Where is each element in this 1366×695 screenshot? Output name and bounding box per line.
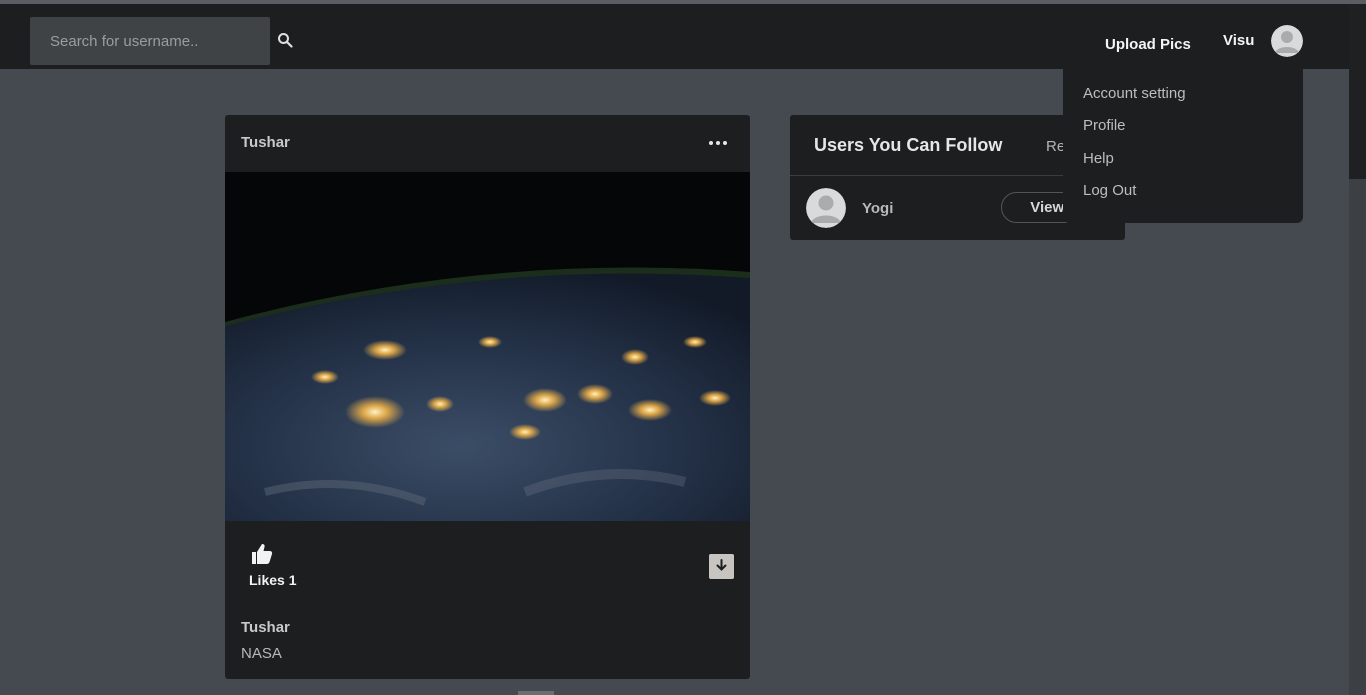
post-image bbox=[225, 172, 750, 521]
search-icon[interactable] bbox=[277, 32, 293, 48]
download-icon[interactable] bbox=[709, 554, 734, 579]
username-label[interactable]: Visu bbox=[1223, 32, 1254, 49]
menu-item-profile[interactable]: Profile bbox=[1083, 117, 1126, 134]
more-options-icon[interactable] bbox=[708, 137, 728, 149]
menu-item-help[interactable]: Help bbox=[1083, 150, 1114, 167]
post-card: Tushar Likes 1 Tushar NASA bbox=[225, 115, 750, 679]
follow-title: Users You Can Follow bbox=[814, 135, 1003, 155]
search-input[interactable] bbox=[30, 17, 270, 65]
likes-count: Likes 1 bbox=[249, 572, 297, 588]
navbar: Upload Pics Visu bbox=[0, 4, 1349, 69]
caption-text: NASA bbox=[241, 645, 282, 662]
caption-author: Tushar bbox=[241, 619, 290, 636]
menu-item-log-out[interactable]: Log Out bbox=[1083, 182, 1136, 199]
thumbs-up-icon[interactable] bbox=[250, 542, 274, 566]
user-avatar-icon[interactable] bbox=[1271, 25, 1303, 57]
upload-pics-link[interactable]: Upload Pics bbox=[1105, 36, 1191, 53]
user-dropdown-menu: Account setting Profile Help Log Out bbox=[1063, 63, 1303, 223]
post-author[interactable]: Tushar bbox=[241, 134, 290, 151]
bottom-edge-marker bbox=[518, 691, 554, 695]
user-avatar-icon bbox=[806, 188, 846, 228]
suggested-user-name[interactable]: Yogi bbox=[862, 200, 893, 217]
menu-item-account-setting[interactable]: Account setting bbox=[1083, 85, 1186, 102]
scrollbar-thumb[interactable] bbox=[1349, 4, 1366, 179]
